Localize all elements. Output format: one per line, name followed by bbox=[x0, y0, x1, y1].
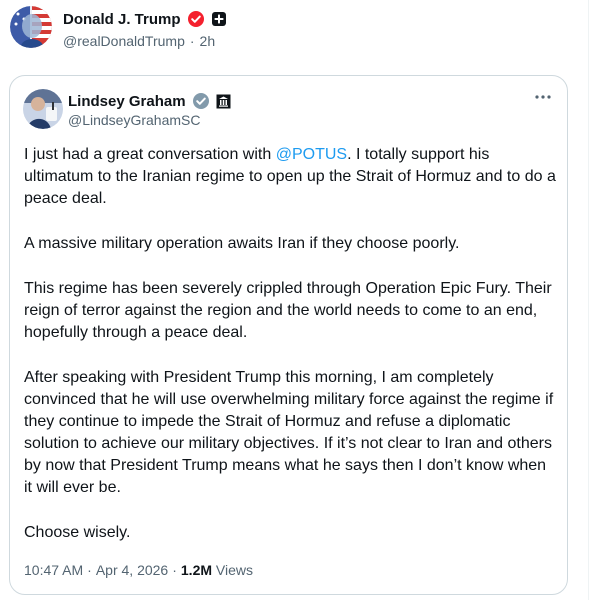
post-header: Donald J. Trump @realDonaldTrump · 2h bbox=[10, 6, 227, 50]
author-handle[interactable]: @realDonaldTrump bbox=[63, 33, 185, 49]
views-label: Views bbox=[215, 562, 253, 578]
views-separator: · bbox=[172, 562, 177, 578]
paragraph-4: After speaking with President Trump this… bbox=[24, 369, 554, 496]
handle-line: @realDonaldTrump · 2h bbox=[63, 33, 227, 49]
paragraph-2: A massive military operation awaits Iran… bbox=[24, 235, 460, 252]
author-avatar[interactable] bbox=[10, 6, 52, 48]
government-verified-badge-icon bbox=[192, 92, 210, 110]
institution-badge-icon bbox=[216, 94, 231, 109]
post-time-ago[interactable]: 2h bbox=[200, 33, 216, 49]
views-count[interactable]: 1.2M bbox=[181, 562, 212, 578]
handle-separator: · bbox=[189, 33, 195, 49]
quoted-name-line: Lindsey Graham bbox=[68, 91, 231, 111]
author-display-name[interactable]: Donald J. Trump bbox=[63, 11, 181, 28]
potus-mention-link[interactable]: @POTUS bbox=[276, 146, 347, 163]
plus-square-icon bbox=[211, 11, 227, 27]
quoted-author-handle[interactable]: @LindseyGrahamSC bbox=[68, 112, 201, 128]
red-verified-badge-icon bbox=[187, 10, 205, 28]
quoted-author-avatar[interactable] bbox=[23, 89, 63, 129]
speaker-portrait-avatar-icon bbox=[23, 89, 63, 129]
quoted-author-name[interactable]: Lindsey Graham bbox=[68, 93, 186, 110]
author-block: Donald J. Trump @realDonaldTrump · 2h bbox=[63, 6, 227, 49]
paragraph-1-before-mention: I just had a great conversation with bbox=[24, 146, 276, 163]
paragraph-5: Choose wisely. bbox=[24, 524, 131, 541]
meta-separator: · bbox=[87, 562, 92, 578]
post-date[interactable]: Apr 4, 2026 bbox=[96, 562, 168, 578]
post-time[interactable]: 10:47 AM bbox=[24, 562, 83, 578]
more-options-icon[interactable] bbox=[531, 87, 555, 107]
author-line: Donald J. Trump bbox=[63, 9, 227, 29]
quoted-post-body: I just had a great conversation with @PO… bbox=[24, 144, 558, 567]
post-metadata: 10:47 AM · Apr 4, 2026 · 1.2M Views bbox=[24, 562, 253, 578]
quoted-post-card[interactable]: Lindsey Graham @LindseyGrahamSC I just h… bbox=[9, 75, 568, 595]
paragraph-1: I just had a great conversation with @PO… bbox=[24, 144, 558, 210]
paragraph-3: This regime has been severely crippled t… bbox=[24, 280, 552, 341]
patriotic-portrait-avatar-icon bbox=[10, 6, 52, 48]
